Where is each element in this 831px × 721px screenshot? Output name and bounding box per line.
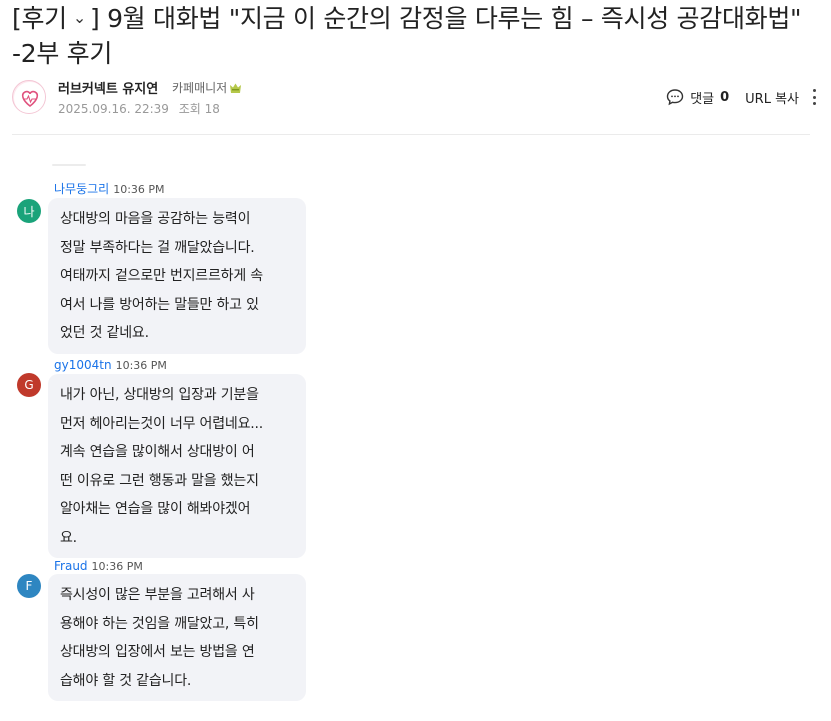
message-bubble: 내가 아닌, 상대방의 입장과 기분을 먼저 헤아리는것이 너무 어렵네요...… [48,374,306,558]
author-info: 러브커넥트 유지연 카페매니저 2025.09.16. 22:39 조회 18 … [12,78,817,118]
message-author[interactable]: gy1004tn [54,358,112,372]
message-line: 요. [60,529,77,546]
category-label[interactable]: [후기 [12,4,67,33]
comment-button[interactable]: 댓글 [690,88,714,107]
message-line: 상대방의 마음을 공감하는 능력이 [60,211,251,227]
scroll-stub [52,164,86,166]
message-header: 나무둥그리 10:36 PM [54,178,165,197]
post-actions: 댓글 0 URL 복사 [666,86,817,108]
message-line: 습해야 할 것 같습니다. [60,672,192,689]
manager-badge-icon [230,83,242,93]
chevron-down-icon[interactable]: ⌄ [73,1,86,34]
post-title-text: ] 9월 대화법 "지금 이 순간의 감정을 다루는 힘 – 즉시성 공감대화법… [12,4,802,68]
post-meta: 2025.09.16. 22:39 조회 18 [58,100,226,117]
message-line: 었던 것 같네요. [60,325,149,341]
more-options-icon[interactable] [813,89,817,105]
post-title: [후기 ⌄] 9월 대화법 "지금 이 순간의 감정을 다루는 힘 – 즉시성 공… [12,2,822,70]
message-line: 여태까지 겉으로만 번지르르하게 속 [60,268,263,284]
comment-count: 0 [720,89,730,105]
message-header: Fraud 10:36 PM [54,555,143,574]
message-bubble: 상대방의 마음을 공감하는 능력이 정말 부족하다는 걸 깨달았습니다. 여태까… [48,198,306,354]
message-line: 먼저 헤아리는것이 너무 어렵네요... [60,415,264,432]
avatar-initial: 나 [23,204,35,219]
message-time: 10:36 PM [115,359,167,372]
message-line: 용해야 하는 것임을 깨달았고, 특히 [60,615,259,632]
avatar-initial: F [25,579,33,593]
message-time: 10:36 PM [113,183,165,196]
message-line: 여서 나를 방어하는 말들만 하고 있 [60,296,259,313]
header-divider [12,134,810,135]
author-name[interactable]: 러브커넥트 유지연 [58,78,158,97]
grade-label: 카페매니저 [172,81,228,95]
message-time: 10:36 PM [91,560,143,573]
message-line: 알아채는 연습을 많이 해봐야겠어 [60,501,251,517]
message-line: 즉시성이 많은 부분을 고려해서 사 [60,587,255,603]
author-avatar[interactable] [12,80,46,114]
view-count: 조회 18 [178,102,220,116]
avatar-initial: G [24,378,34,392]
avatar[interactable]: F [17,574,41,598]
message-line: 떤 이유로 그런 행동과 말을 했는지 [60,472,259,489]
avatar[interactable]: 나 [17,199,41,223]
message-line: 상대방의 입장에서 보는 방법을 연 [60,644,255,660]
message-header: gy1004tn 10:36 PM [54,354,167,373]
message-author[interactable]: Fraud [54,559,88,573]
message-bubble: 즉시성이 많은 부분을 고려해서 사 용해야 하는 것임을 깨달았고, 특히 상… [48,574,306,701]
message-line: 정말 부족하다는 걸 깨달았습니다. [60,239,255,256]
message-author[interactable]: 나무둥그리 [54,182,109,196]
post-date: 2025.09.16. 22:39 [58,102,169,116]
message-line: 내가 아닌, 상대방의 입장과 기분을 [60,387,259,403]
url-copy-button[interactable]: URL 복사 [745,88,799,107]
avatar[interactable]: G [17,373,41,397]
message-line: 계속 연습을 많이해서 상대방이 어 [60,444,255,460]
comment-icon[interactable] [666,88,684,106]
author-grade: 카페매니저 [172,79,242,96]
